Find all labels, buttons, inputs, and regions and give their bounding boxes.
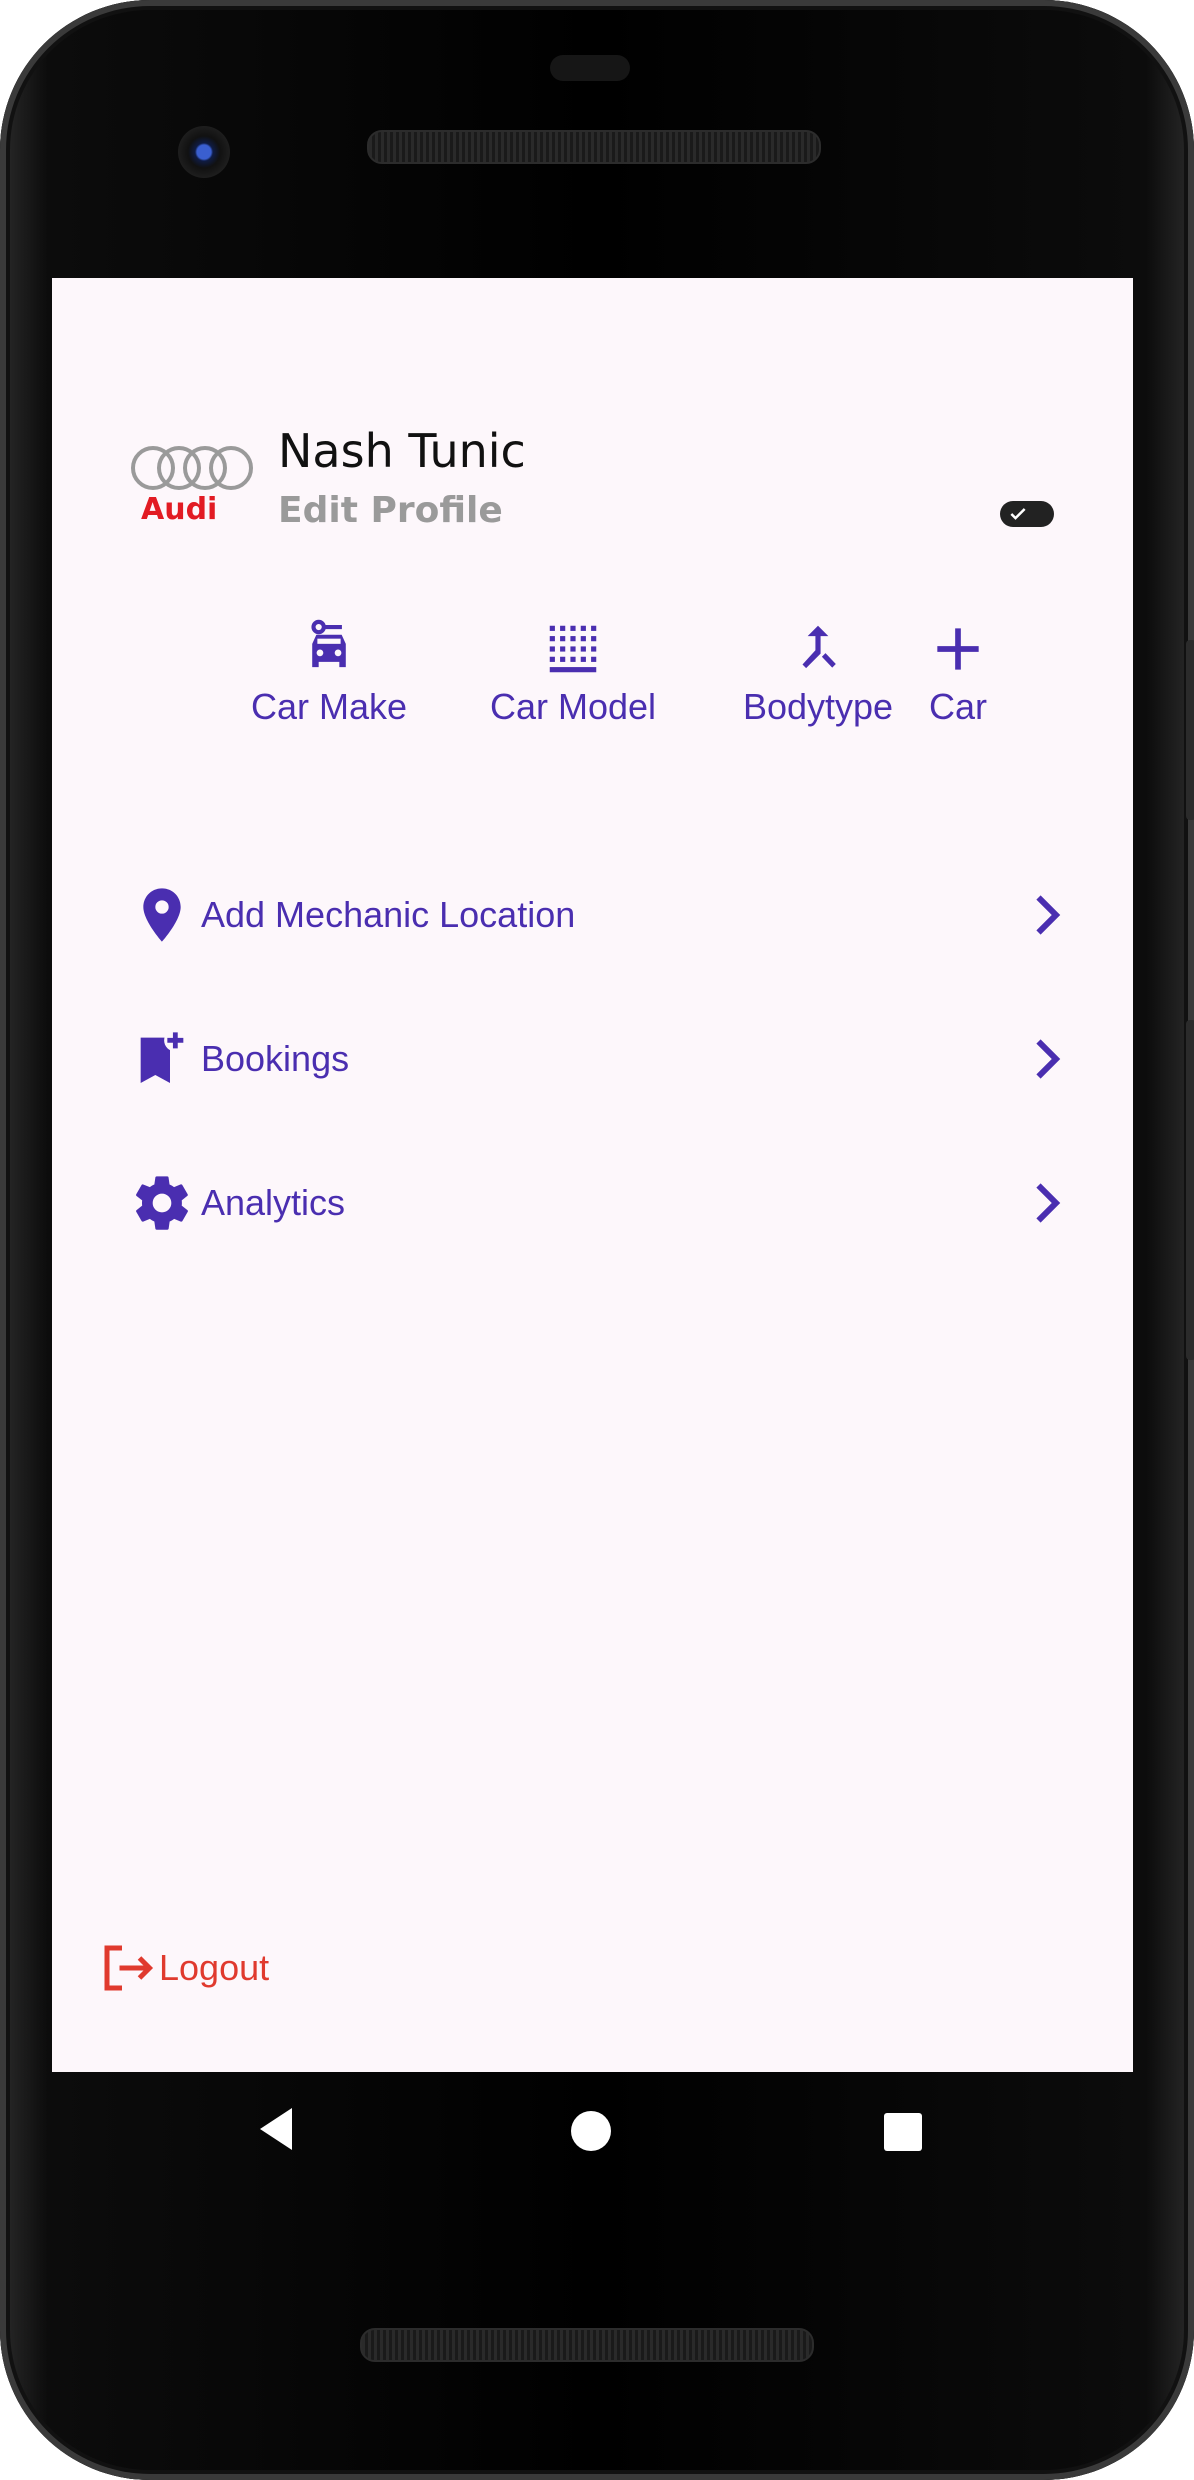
recents-square-icon[interactable] xyxy=(883,2112,923,2152)
location-pin-icon xyxy=(127,880,197,950)
front-camera xyxy=(178,126,230,178)
power-button xyxy=(1186,640,1194,820)
avatar: Audi xyxy=(127,436,257,527)
chevron-right-icon xyxy=(1036,1039,1061,1079)
edit-profile-link[interactable]: Edit Profile xyxy=(278,490,503,531)
avatar-brand-text: Audi xyxy=(141,492,217,526)
action-label: Bodytype xyxy=(742,686,894,727)
back-triangle-icon[interactable] xyxy=(256,2106,296,2152)
logout-button[interactable]: Logout xyxy=(97,1938,269,1998)
home-circle-icon[interactable] xyxy=(570,2110,612,2152)
menu-item-add-mechanic-location[interactable]: Add Mechanic Location xyxy=(127,865,1112,965)
phone-frame: Audi Nash Tunic Edit Profile Car Make Ca… xyxy=(0,0,1194,2480)
menu-item-analytics[interactable]: Analytics xyxy=(127,1153,1112,1253)
audi-logo-icon: Audi xyxy=(131,446,253,527)
volume-button xyxy=(1186,1020,1194,1360)
action-car-make[interactable]: Car Make xyxy=(199,618,459,728)
action-label: Car Model xyxy=(489,686,657,727)
app-screen: Audi Nash Tunic Edit Profile Car Make Ca… xyxy=(52,278,1133,2072)
action-label: Car xyxy=(928,686,987,727)
logout-label: Logout xyxy=(159,1947,270,1988)
proximity-sensor xyxy=(550,55,630,81)
bookmark-add-icon xyxy=(127,1024,197,1094)
profile-name: Nash Tunic xyxy=(278,424,526,478)
system-nav-bar xyxy=(0,2108,1194,2170)
action-car-model[interactable]: Car Model xyxy=(443,618,703,728)
menu-item-label: Add Mechanic Location xyxy=(201,894,576,935)
plus-icon xyxy=(937,628,979,670)
grid-icon xyxy=(549,625,597,673)
bottom-speaker xyxy=(360,2328,814,2362)
theme-toggle[interactable] xyxy=(1000,501,1054,527)
menu-item-label: Bookings xyxy=(201,1038,350,1079)
car-repair-icon xyxy=(311,619,346,668)
logout-icon xyxy=(104,1945,154,1991)
menu-item-label: Analytics xyxy=(201,1182,346,1223)
menu-item-bookings[interactable]: Bookings xyxy=(127,1009,1112,1109)
earpiece-speaker xyxy=(367,130,821,164)
chevron-right-icon xyxy=(1036,1183,1061,1223)
chevron-right-icon xyxy=(1036,895,1061,935)
action-label: Car Make xyxy=(250,686,408,727)
action-add-car[interactable]: Car xyxy=(898,618,1018,728)
check-icon xyxy=(1010,508,1026,520)
gear-icon xyxy=(127,1168,197,1238)
merge-icon xyxy=(802,625,836,669)
